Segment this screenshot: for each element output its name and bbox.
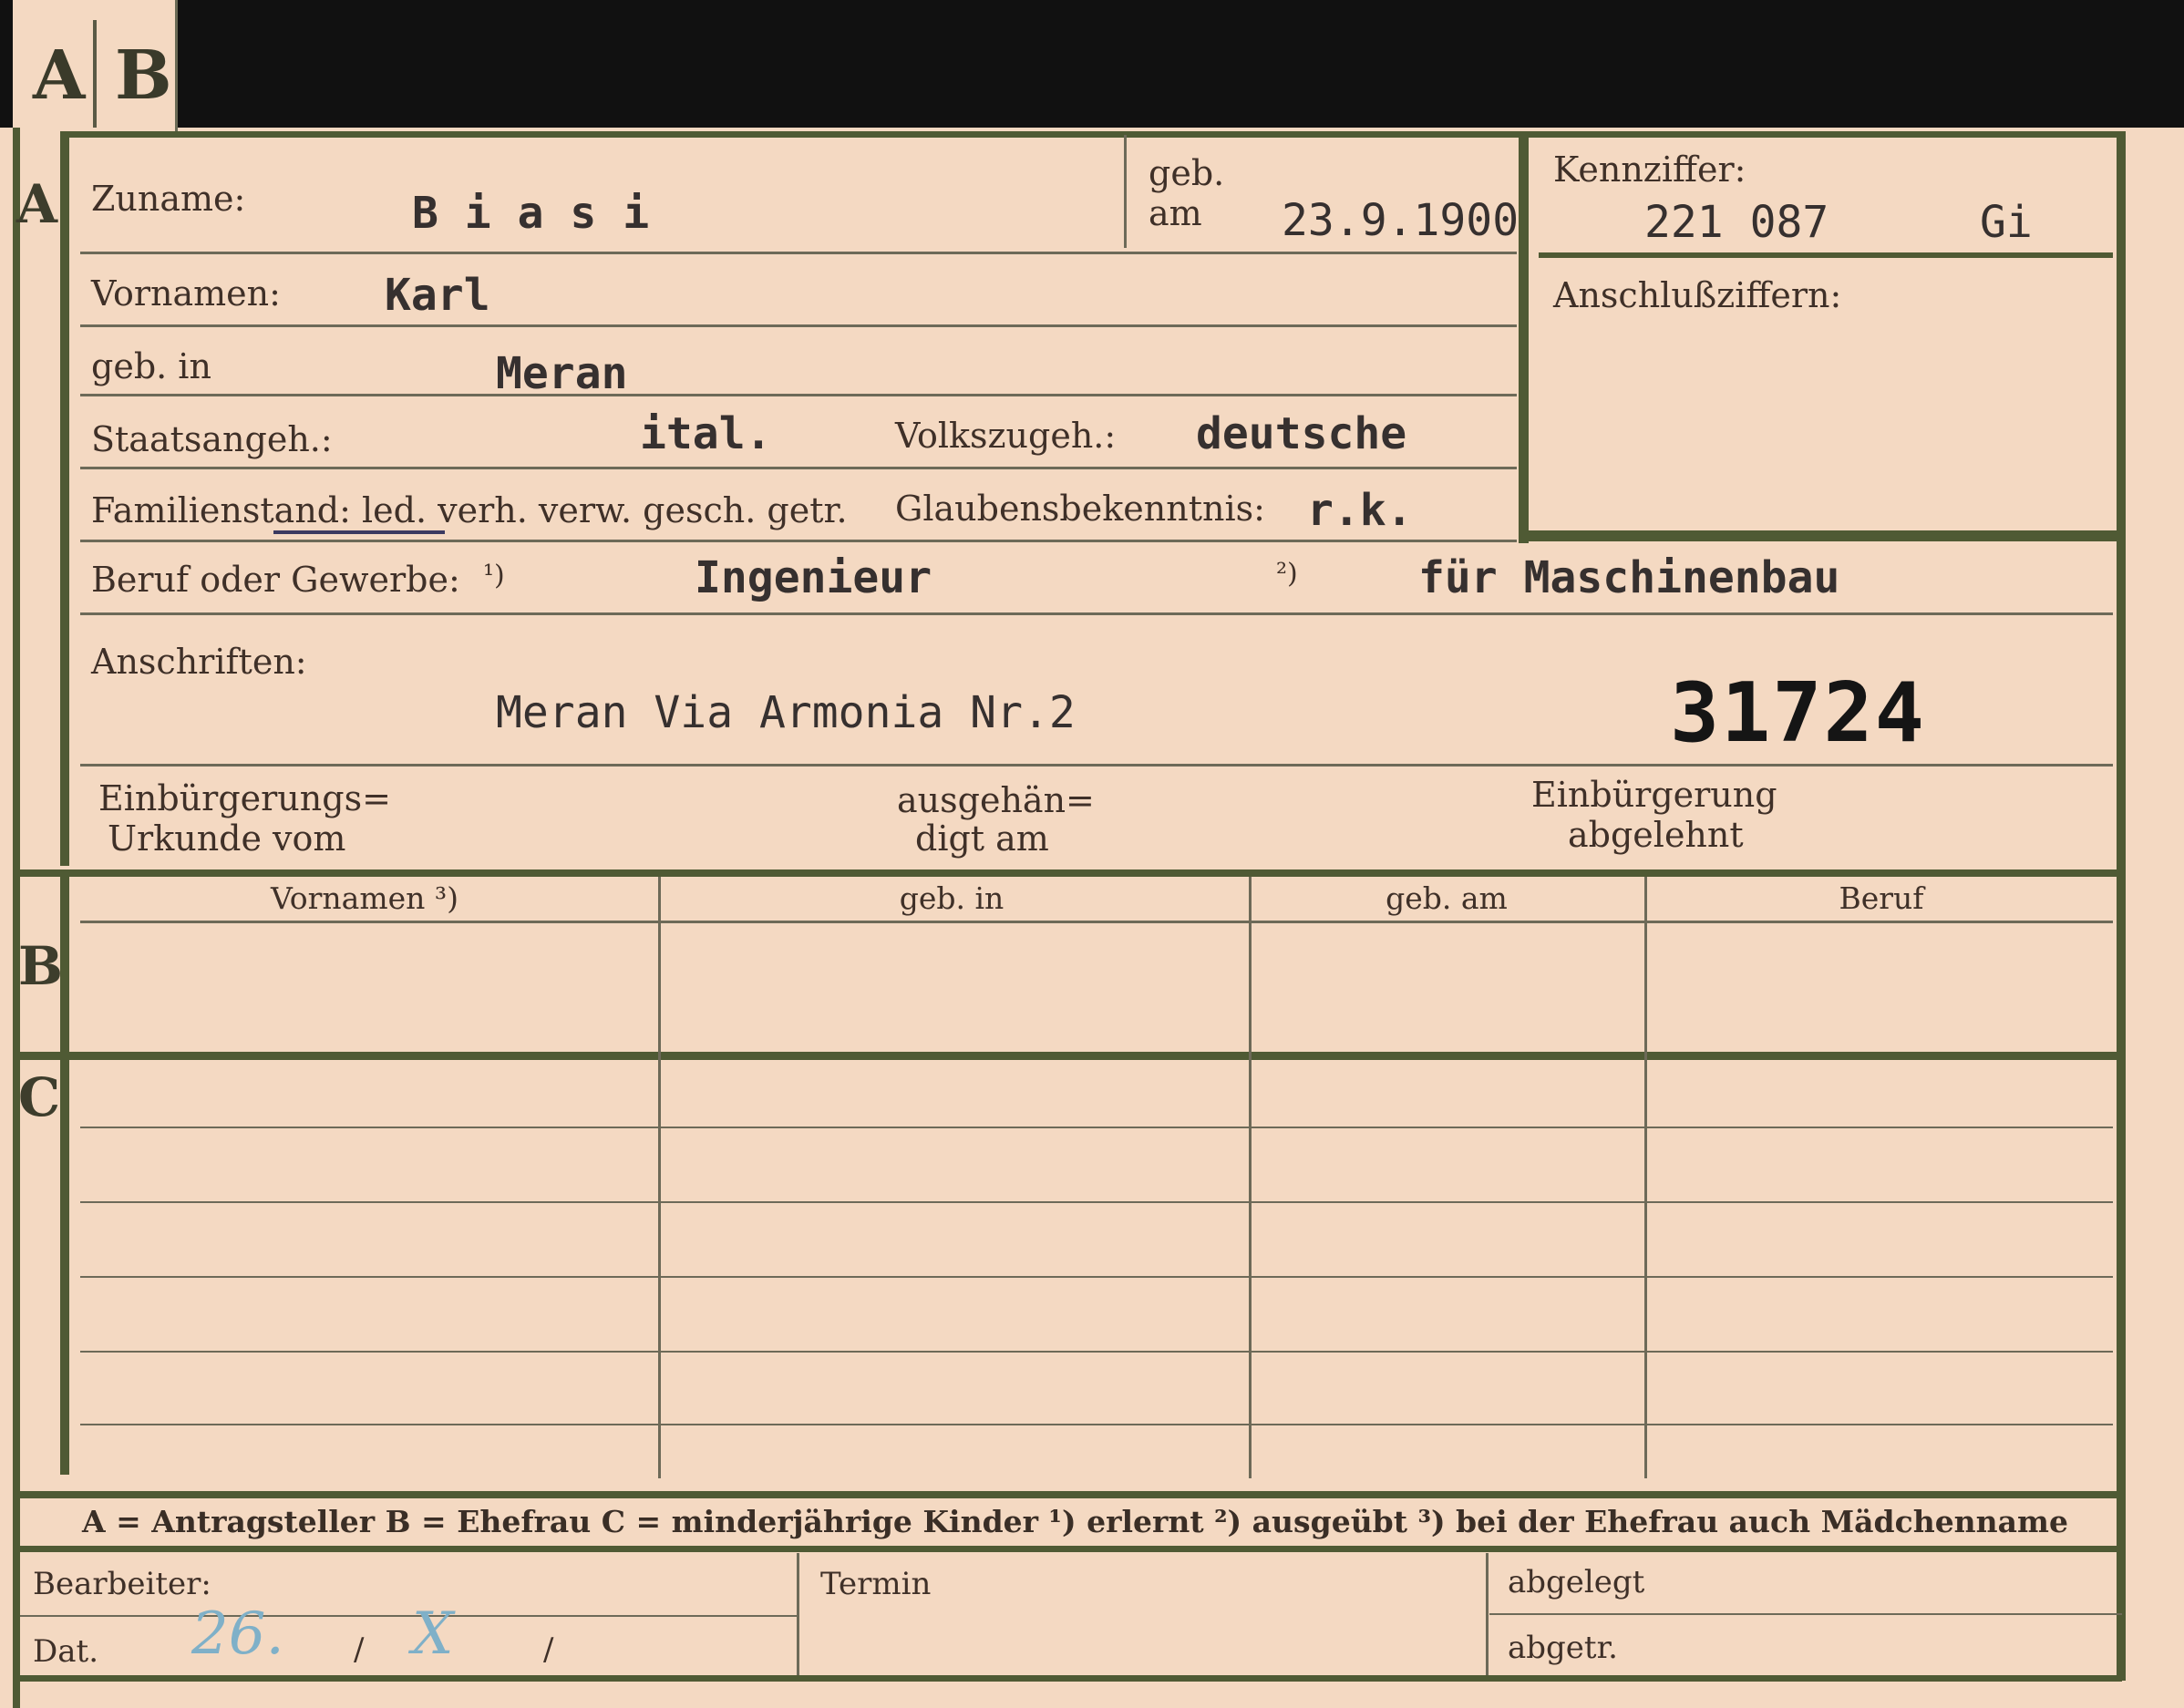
beruf-ausgeuebt-value: für Maschinenbau bbox=[1418, 552, 1840, 603]
section-b-top bbox=[16, 869, 2122, 877]
abgelegt-label: abgelegt bbox=[1508, 1564, 1645, 1600]
kennziffer-box-left bbox=[1519, 131, 1529, 543]
section-a-bar bbox=[60, 131, 69, 866]
rule-4 bbox=[80, 467, 1517, 469]
abgelehnt-label-1: Einbürgerung bbox=[1531, 775, 1777, 815]
header-vornamen: Vornamen ³) bbox=[270, 880, 459, 916]
col-line-1 bbox=[658, 877, 661, 1478]
vornamen-value: Karl bbox=[385, 270, 490, 321]
header-rule bbox=[80, 921, 2113, 923]
dat-sep-2: / bbox=[543, 1631, 554, 1668]
section-c-top bbox=[16, 1052, 2122, 1060]
header-beruf: Beruf bbox=[1839, 880, 1924, 916]
header-geb-am: geb. am bbox=[1386, 880, 1508, 916]
staatsangeh-label: Staatsangeh.: bbox=[91, 419, 333, 459]
einbuergerung-label-2: Urkunde vom bbox=[108, 818, 346, 859]
c-rule-5 bbox=[80, 1424, 2113, 1425]
rule-7 bbox=[80, 764, 2113, 767]
rule-1 bbox=[80, 252, 1517, 254]
dat-label: Dat. bbox=[33, 1633, 99, 1670]
volkszugeh-label: Volkszugeh.: bbox=[895, 416, 1117, 456]
kennziffer-suffix: Gi bbox=[1980, 197, 2033, 248]
card-tab: A B bbox=[13, 0, 178, 137]
kennziffer-value: 221 087 bbox=[1644, 197, 1829, 248]
rule-6 bbox=[80, 612, 2113, 615]
geb-am-divider bbox=[1124, 135, 1127, 248]
c-rule-4 bbox=[80, 1351, 2113, 1353]
geb-in-value: Meran bbox=[496, 348, 628, 399]
c-rule-3 bbox=[80, 1276, 2113, 1278]
section-a-letter: A bbox=[16, 173, 58, 235]
legend-top bbox=[16, 1491, 2122, 1498]
right-border bbox=[2117, 131, 2126, 1681]
abgelegt-rule bbox=[1489, 1613, 2122, 1615]
bearbeiter-label: Bearbeiter: bbox=[33, 1566, 211, 1602]
tab-letter-a: A bbox=[33, 36, 86, 115]
bottom-divider-1 bbox=[797, 1553, 799, 1681]
familienstand-label: Familienstand: led. verh. verw. gesch. g… bbox=[91, 490, 848, 530]
rule-2 bbox=[80, 324, 1517, 327]
glaubensbekenntnis-value: r.k. bbox=[1307, 485, 1413, 536]
geb-am-value: 23.9.1900 bbox=[1282, 195, 1520, 246]
ausgehaendigt-label-2: digt am bbox=[915, 818, 1049, 859]
vornamen-label: Vornamen: bbox=[91, 273, 281, 314]
header-geb-in: geb. in bbox=[899, 880, 1004, 916]
col-line-2 bbox=[1249, 877, 1252, 1478]
am-label: am bbox=[1149, 193, 1202, 233]
beruf-label: Beruf oder Gewerbe: bbox=[91, 560, 460, 600]
dat-sep-1: / bbox=[354, 1631, 365, 1668]
ausgehaendigt-label-1: ausgehän= bbox=[897, 780, 1095, 820]
zuname-value: B i a s i bbox=[412, 188, 650, 239]
abgelehnt-label-2: abgelehnt bbox=[1568, 815, 1744, 855]
zuname-label: Zuname: bbox=[91, 179, 246, 219]
kennziffer-divider bbox=[1539, 252, 2113, 258]
registration-card bbox=[0, 128, 2184, 1708]
kennziffer-box-bottom bbox=[1519, 530, 2120, 541]
section-b-letter: B bbox=[18, 935, 64, 997]
legend-bottom bbox=[16, 1546, 2122, 1552]
termin-label: Termin bbox=[820, 1566, 932, 1602]
stamp-number: 31724 bbox=[1670, 665, 1926, 761]
dat-month-handwritten: X bbox=[412, 1600, 454, 1668]
kennziffer-label: Kennziffer: bbox=[1553, 149, 1746, 190]
beruf-note-1: ¹) bbox=[483, 560, 505, 592]
rule-3 bbox=[80, 394, 1517, 396]
glaubensbekenntnis-label: Glaubensbekenntnis: bbox=[895, 489, 1265, 529]
beruf-erlernt-value: Ingenieur bbox=[695, 552, 932, 603]
c-rule-1 bbox=[80, 1127, 2113, 1128]
section-c-letter: C bbox=[18, 1066, 61, 1128]
geb-label: geb. bbox=[1149, 153, 1225, 193]
bottom-border bbox=[16, 1675, 2122, 1682]
col-line-3 bbox=[1644, 877, 1647, 1478]
anschlussziffern-label: Anschlußziffern: bbox=[1553, 275, 1842, 315]
top-border bbox=[60, 131, 2124, 138]
bearbeiter-rule bbox=[20, 1615, 797, 1617]
c-rule-2 bbox=[80, 1201, 2113, 1203]
beruf-note-2: ²) bbox=[1276, 558, 1298, 590]
geb-in-label: geb. in bbox=[91, 346, 211, 386]
anschrift-value: Meran Via Armonia Nr.2 bbox=[496, 687, 1076, 738]
left-edge bbox=[13, 128, 20, 1708]
einbuergerung-label-1: Einbürgerungs= bbox=[98, 778, 391, 818]
tab-letter-b: B bbox=[115, 36, 172, 115]
familienstand-underline bbox=[273, 530, 445, 534]
staatsangeh-value: ital. bbox=[640, 408, 772, 459]
anschriften-label: Anschriften: bbox=[91, 642, 307, 682]
legend: A = Antragsteller B = Ehefrau C = minder… bbox=[82, 1504, 2068, 1539]
bottom-divider-2 bbox=[1486, 1553, 1489, 1681]
volkszugeh-value: deutsche bbox=[1196, 408, 1407, 459]
tab-divider bbox=[93, 20, 97, 128]
dat-day-handwritten: 26. bbox=[191, 1600, 284, 1668]
rule-5 bbox=[80, 540, 1517, 542]
abgetr-label: abgetr. bbox=[1508, 1630, 1618, 1666]
